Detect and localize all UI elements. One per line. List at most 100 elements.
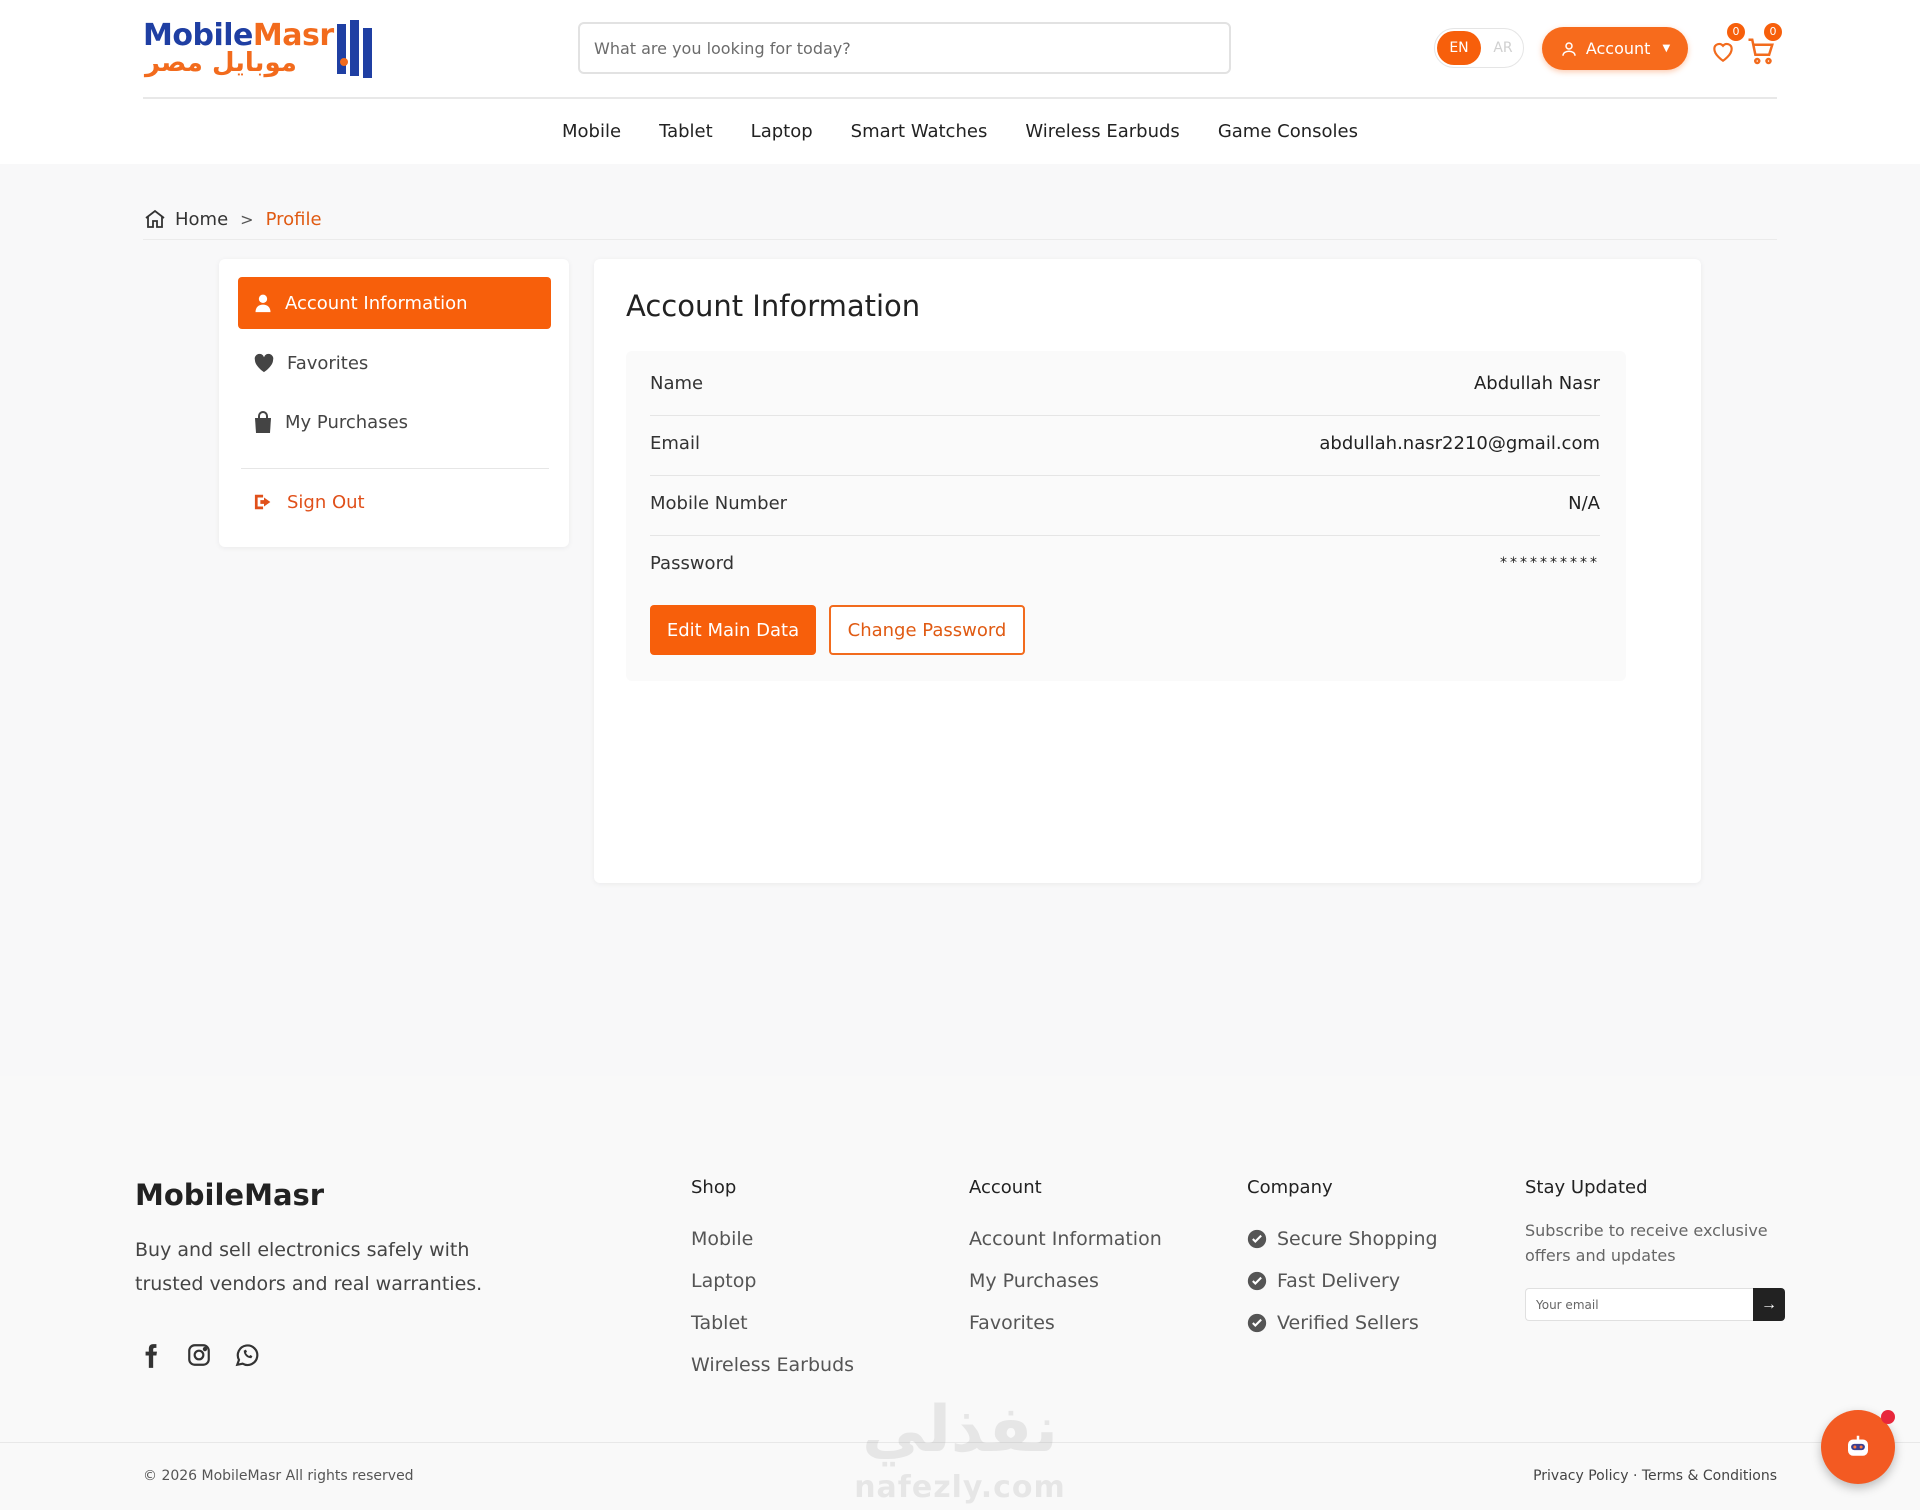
field-value: abdullah.nasr2210@gmail.com — [1319, 432, 1600, 454]
profile-sidebar: Account Information Favorites My Purchas… — [219, 259, 569, 547]
header-divider — [143, 97, 1777, 99]
robot-icon — [1848, 1435, 1868, 1456]
sign-out-icon — [254, 494, 271, 510]
chevron-right-icon: > — [240, 209, 254, 229]
footer-link-wireless-earbuds[interactable]: Wireless Earbuds — [691, 1344, 854, 1386]
newsletter-text: Subscribe to receive exclusive offers an… — [1525, 1221, 1768, 1265]
facebook-icon[interactable] — [138, 1342, 164, 1370]
footer-link-tablet[interactable]: Tablet — [691, 1302, 854, 1344]
footer-link-mobile[interactable]: Mobile — [691, 1218, 854, 1260]
sidebar-item-label: Account Information — [285, 292, 468, 314]
nav-item-tablet[interactable]: Tablet — [640, 118, 732, 146]
footer-feature-secure-shopping: Secure Shopping — [1247, 1218, 1438, 1260]
logo-bars-icon — [337, 20, 372, 78]
whatsapp-icon[interactable] — [234, 1342, 260, 1368]
sidebar-item-sign-out[interactable]: Sign Out — [238, 476, 551, 528]
nafezly-watermark: نفذلي nafezly.com — [850, 1390, 1070, 1510]
home-icon[interactable] — [143, 207, 167, 231]
field-label: Email — [650, 432, 700, 454]
nav-item-wireless-earbuds[interactable]: Wireless Earbuds — [1006, 118, 1198, 146]
sidebar-item-label: My Purchases — [285, 411, 409, 433]
feature-label: Verified Sellers — [1277, 1312, 1419, 1334]
field-row-password: Password ********** — [650, 533, 1600, 593]
footer-feature-verified-sellers: Verified Sellers — [1247, 1302, 1438, 1344]
lang-ar-option[interactable]: AR — [1485, 31, 1521, 65]
newsletter-submit-button[interactable]: → — [1753, 1288, 1785, 1321]
footer-column-title: Stay Updated — [1525, 1177, 1648, 1198]
field-row-name: Name Abdullah Nasr — [650, 353, 1600, 413]
instagram-icon[interactable] — [186, 1342, 212, 1368]
account-dropdown-button[interactable]: Account ▼ — [1542, 27, 1688, 70]
site-header: MobileMasr موبايل مصر EN AR Account ▼ 0 … — [0, 0, 1920, 164]
field-row-mobile-number: Mobile Number N/A — [650, 473, 1600, 533]
site-logo[interactable]: MobileMasr موبايل مصر — [143, 18, 378, 78]
footer-column-title: Company — [1247, 1177, 1333, 1198]
check-circle-icon — [1247, 1229, 1267, 1249]
field-label: Password — [650, 552, 735, 574]
sidebar-item-label: Favorites — [287, 352, 369, 374]
footer-column-title: Account — [969, 1177, 1042, 1198]
breadcrumb-home-link[interactable]: Home — [175, 209, 228, 230]
change-password-button[interactable]: Change Password — [829, 605, 1025, 655]
logo-text-arabic: موبايل مصر — [145, 48, 297, 78]
breadcrumb-current: Profile — [265, 208, 322, 230]
field-label: Name — [650, 372, 704, 394]
sidebar-item-account-information[interactable]: Account Information — [238, 277, 551, 329]
footer-account-column: Account Account Information My Purchases… — [969, 1177, 1162, 1344]
chat-bot-button[interactable] — [1821, 1410, 1895, 1484]
watermark-english: nafezly.com — [854, 1470, 1066, 1505]
field-row-email: Email abdullah.nasr2210@gmail.com — [650, 413, 1600, 473]
footer-company-column: Company Secure Shopping Fast Delivery Ve… — [1247, 1177, 1438, 1344]
sidebar-divider — [241, 468, 549, 469]
nav-item-mobile[interactable]: Mobile — [543, 118, 640, 146]
breadcrumb-divider — [143, 239, 1777, 240]
footer-newsletter-column: Stay Updated Subscribe to receive exclus… — [1525, 1177, 1785, 1321]
notification-dot — [1881, 1410, 1895, 1424]
user-icon — [255, 294, 271, 313]
chevron-down-icon: ▼ — [1662, 43, 1671, 54]
field-value: N/A — [1568, 492, 1600, 514]
sidebar-item-favorites[interactable]: Favorites — [238, 337, 551, 389]
check-circle-icon — [1247, 1271, 1267, 1291]
footer-shop-column: Shop Mobile Laptop Tablet Wireless Earbu… — [691, 1177, 854, 1386]
heart-icon — [254, 353, 274, 373]
nav-item-smart-watches[interactable]: Smart Watches — [832, 118, 1007, 146]
nav-item-game-consoles[interactable]: Game Consoles — [1199, 118, 1377, 146]
cart-count-badge: 0 — [1764, 23, 1782, 41]
lang-en-option[interactable]: EN — [1437, 31, 1481, 65]
field-label: Mobile Number — [650, 492, 788, 514]
footer-description: Buy and sell electronics safely with tru… — [135, 1239, 483, 1295]
main-nav: Mobile Tablet Laptop Smart Watches Wirel… — [0, 118, 1920, 146]
wishlist-heart-icon[interactable] — [1710, 38, 1736, 64]
page-title: Account Information — [626, 289, 921, 323]
breadcrumb: Home > Profile — [143, 204, 322, 234]
field-value: Abdullah Nasr — [1473, 372, 1600, 394]
check-circle-icon — [1247, 1313, 1267, 1333]
sidebar-item-label: Sign Out — [287, 491, 365, 513]
footer-brand: MobileMasr — [135, 1178, 325, 1212]
feature-label: Secure Shopping — [1277, 1228, 1438, 1250]
legal-links[interactable]: Privacy Policy · Terms & Conditions — [1533, 1468, 1777, 1484]
footer-column-title: Shop — [691, 1177, 737, 1198]
shopping-bag-icon — [255, 411, 271, 433]
copyright-text: © 2026 MobileMasr All rights reserved — [143, 1468, 414, 1484]
edit-main-data-button[interactable]: Edit Main Data — [650, 605, 816, 655]
sidebar-item-my-purchases[interactable]: My Purchases — [238, 396, 551, 448]
footer-link-my-purchases[interactable]: My Purchases — [969, 1260, 1162, 1302]
account-info-card: Account Information Name Abdullah Nasr E… — [594, 259, 1701, 883]
footer-link-account-information[interactable]: Account Information — [969, 1218, 1162, 1260]
nav-item-laptop[interactable]: Laptop — [732, 118, 832, 146]
watermark-arabic: نفذلي — [862, 1393, 1058, 1467]
footer-feature-fast-delivery: Fast Delivery — [1247, 1260, 1438, 1302]
footer-link-favorites[interactable]: Favorites — [969, 1302, 1162, 1344]
account-button-label: Account — [1585, 39, 1651, 58]
footer-link-laptop[interactable]: Laptop — [691, 1260, 854, 1302]
search-input[interactable] — [578, 22, 1231, 74]
user-icon — [1562, 41, 1576, 56]
newsletter-form: → — [1525, 1288, 1785, 1321]
social-links — [138, 1342, 260, 1370]
newsletter-email-input[interactable] — [1525, 1288, 1753, 1321]
feature-label: Fast Delivery — [1277, 1270, 1401, 1292]
language-switch[interactable]: EN AR — [1434, 28, 1524, 68]
field-value: ********** — [1500, 555, 1600, 571]
